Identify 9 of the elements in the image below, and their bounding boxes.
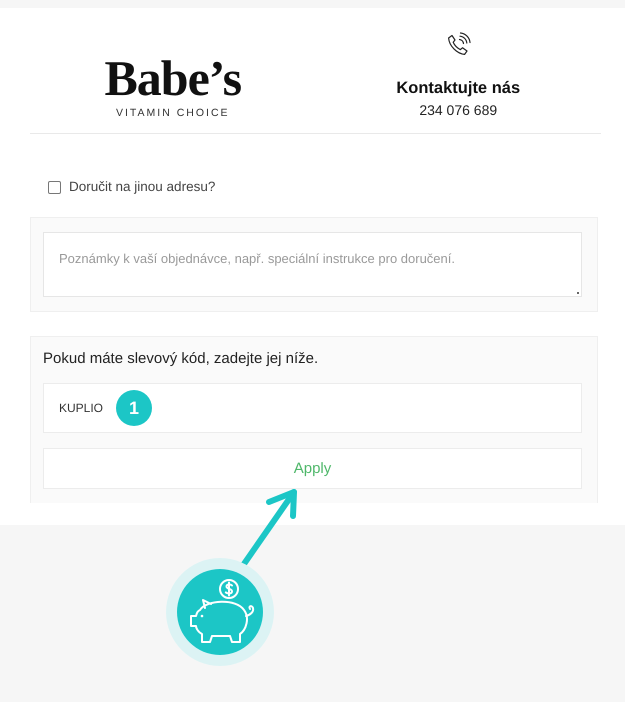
checkbox-label[interactable]: Doručit na jinou adresu? [69, 178, 216, 196]
piggy-bank-icon [166, 558, 274, 666]
phone-number: 234 076 689 [419, 101, 498, 119]
phone-icon [445, 32, 472, 58]
checkbox[interactable] [48, 180, 61, 194]
logo-wordmark: Babe’s [104, 54, 242, 102]
coupon-prompt: Pokud máte slevový kód, zadejte jej níže. [43, 349, 320, 369]
contact-heading: Kontaktujte nás [396, 78, 520, 98]
logo-tagline: VITAMIN CHOICE [116, 106, 230, 120]
